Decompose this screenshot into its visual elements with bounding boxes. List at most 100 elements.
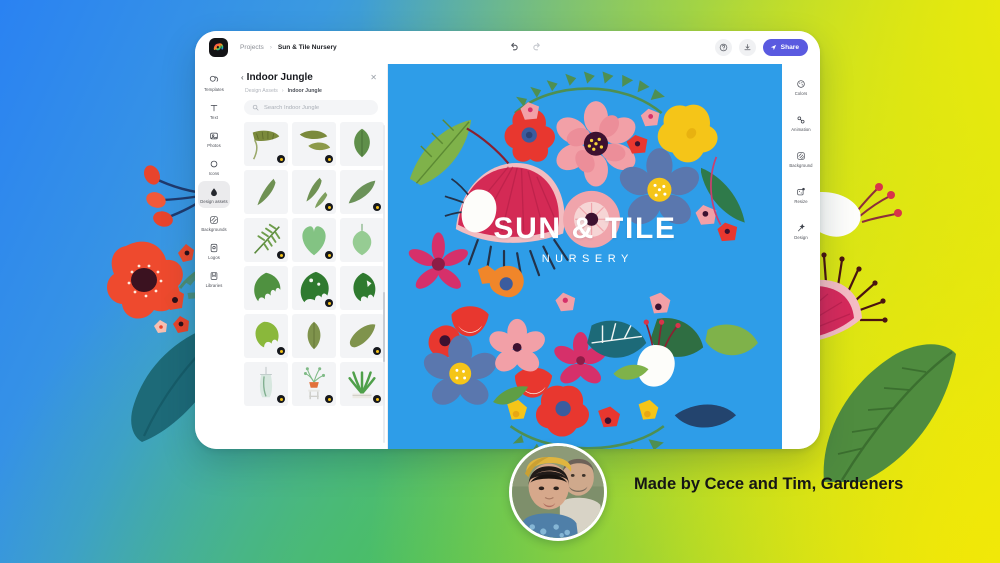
breadcrumb-current-document[interactable]: Sun & Tile Nursery xyxy=(278,44,337,51)
sidebar-label: Text xyxy=(209,115,218,120)
asset-thumbnail[interactable] xyxy=(292,314,336,358)
asset-thumbnail[interactable] xyxy=(292,362,336,406)
asset-thumbnail[interactable] xyxy=(340,218,384,262)
panel-breadcrumb: Design Assets › Indoor Jungle xyxy=(233,86,387,100)
sidebar-item-templates[interactable]: Templates xyxy=(198,69,230,96)
asset-premium-badge xyxy=(277,155,285,163)
sidebar-label: Libraries xyxy=(205,283,223,288)
scrollbar-track xyxy=(382,125,385,443)
text-t-icon xyxy=(209,102,219,113)
breadcrumb-projects-link[interactable]: Projects xyxy=(240,44,264,51)
color-palette-icon xyxy=(796,78,806,89)
asset-premium-badge xyxy=(277,251,285,259)
asset-grid-scroll-area[interactable] xyxy=(233,122,387,449)
sidebar-item-resize[interactable]: Resize xyxy=(785,181,817,208)
asset-thumbnail[interactable] xyxy=(292,170,336,214)
send-plane-icon xyxy=(770,44,776,51)
scrollbar-thumb[interactable] xyxy=(382,292,385,363)
toolbar-actions: Share xyxy=(714,39,808,56)
sidebar-label: Design assets xyxy=(200,199,228,204)
asset-thumbnail[interactable] xyxy=(340,266,384,310)
sidebar-item-logos[interactable]: Logos xyxy=(198,237,230,264)
panel-breadcrumb-separator: › xyxy=(281,88,284,94)
panel-header: ‹ Indoor Jungle ✕ xyxy=(233,64,387,86)
share-button-label: Share xyxy=(780,44,799,51)
circle-shape-icon xyxy=(209,158,219,169)
asset-thumbnail[interactable] xyxy=(244,218,288,262)
sidebar-label: Design xyxy=(794,235,808,240)
asset-premium-badge xyxy=(325,155,333,163)
search-icon xyxy=(252,104,259,111)
animation-icon xyxy=(796,114,806,125)
sidebar-item-background[interactable]: Background xyxy=(785,145,817,172)
sidebar-label: Resize xyxy=(794,199,808,204)
design-assets-icon xyxy=(209,186,219,197)
sidebar-label: Templates xyxy=(204,87,224,92)
sidebar-label: Logos xyxy=(208,255,220,260)
sidebar-item-animation[interactable]: Animation xyxy=(785,109,817,136)
asset-thumbnail[interactable] xyxy=(244,314,288,358)
close-x-icon[interactable]: ✕ xyxy=(370,73,377,82)
adobe-express-logo-icon[interactable] xyxy=(209,38,228,57)
sidebar-label: Colors xyxy=(794,91,808,96)
white-bud-icon xyxy=(812,183,902,237)
help-circle-icon[interactable] xyxy=(714,39,732,56)
sidebar-label: Photos xyxy=(207,143,221,148)
design-canvas[interactable]: SUN & TILE NURSERY xyxy=(388,64,782,449)
green-leaf-icon xyxy=(823,344,956,482)
search-placeholder: Search Indoor Jungle xyxy=(264,104,320,111)
sidebar-label: Icons xyxy=(208,171,220,176)
sidebar-item-colors[interactable]: Colors xyxy=(785,73,817,100)
templates-icon xyxy=(209,74,219,85)
backgrounds-icon xyxy=(209,214,219,225)
asset-thumbnail[interactable] xyxy=(244,170,288,214)
breadcrumb-separator: › xyxy=(269,44,272,51)
panel-title: Indoor Jungle xyxy=(246,72,313,83)
asset-thumbnail[interactable] xyxy=(292,122,336,166)
couple-photo-avatar xyxy=(512,446,604,538)
asset-premium-badge xyxy=(325,395,333,403)
search-input[interactable]: Search Indoor Jungle xyxy=(244,100,378,115)
sidebar-item-design[interactable]: Design xyxy=(785,217,817,244)
sidebar-item-photos[interactable]: Photos xyxy=(198,125,230,152)
share-button[interactable]: Share xyxy=(762,39,808,56)
asset-premium-badge xyxy=(373,203,381,211)
asset-thumbnail[interactable] xyxy=(292,266,336,310)
asset-premium-badge xyxy=(277,395,285,403)
sidebar-item-design-assets[interactable]: Design assets xyxy=(198,181,230,208)
history-controls xyxy=(337,41,715,54)
asset-thumbnail[interactable] xyxy=(292,218,336,262)
libraries-icon xyxy=(209,270,219,281)
asset-thumbnail[interactable] xyxy=(340,314,384,358)
asset-premium-badge xyxy=(277,347,285,355)
asset-grid xyxy=(244,122,387,406)
undo-arrow-icon[interactable] xyxy=(507,41,520,54)
asset-premium-badge xyxy=(373,395,381,403)
app-toolbar: Projects › Sun & Tile Nursery Share xyxy=(195,31,820,64)
asset-thumbnail[interactable] xyxy=(244,122,288,166)
asset-thumbnail[interactable] xyxy=(244,266,288,310)
panel-breadcrumb-parent[interactable]: Design Assets xyxy=(245,88,278,94)
right-sidebar: Colors Animation Background Resize Desig… xyxy=(782,64,820,449)
asset-thumbnail[interactable] xyxy=(340,122,384,166)
sidebar-item-backgrounds[interactable]: Backgrounds xyxy=(198,209,230,236)
magic-wand-icon xyxy=(796,222,806,233)
asset-premium-badge xyxy=(373,347,381,355)
asset-thumbnail[interactable] xyxy=(340,170,384,214)
download-icon[interactable] xyxy=(738,39,756,56)
caption-text: Made by Cece and Tim, Gardeners xyxy=(634,475,904,493)
floral-wreath-illustration xyxy=(388,64,782,449)
asset-thumbnail[interactable] xyxy=(244,362,288,406)
background-grid-icon xyxy=(796,150,806,161)
tablet-device: Projects › Sun & Tile Nursery Share Temp… xyxy=(195,31,820,449)
redo-arrow-icon[interactable] xyxy=(531,41,544,54)
sidebar-item-icons[interactable]: Icons xyxy=(198,153,230,180)
left-sidebar: Templates Text Photos Icons Design asset… xyxy=(195,64,233,449)
sidebar-item-libraries[interactable]: Libraries xyxy=(198,265,230,292)
asset-thumbnail[interactable] xyxy=(340,362,384,406)
sidebar-item-text[interactable]: Text xyxy=(198,97,230,124)
chevron-left-icon[interactable]: ‹ xyxy=(241,73,244,82)
sidebar-label: Background xyxy=(789,163,813,168)
logos-badge-icon xyxy=(209,242,219,253)
avatar xyxy=(509,443,607,541)
